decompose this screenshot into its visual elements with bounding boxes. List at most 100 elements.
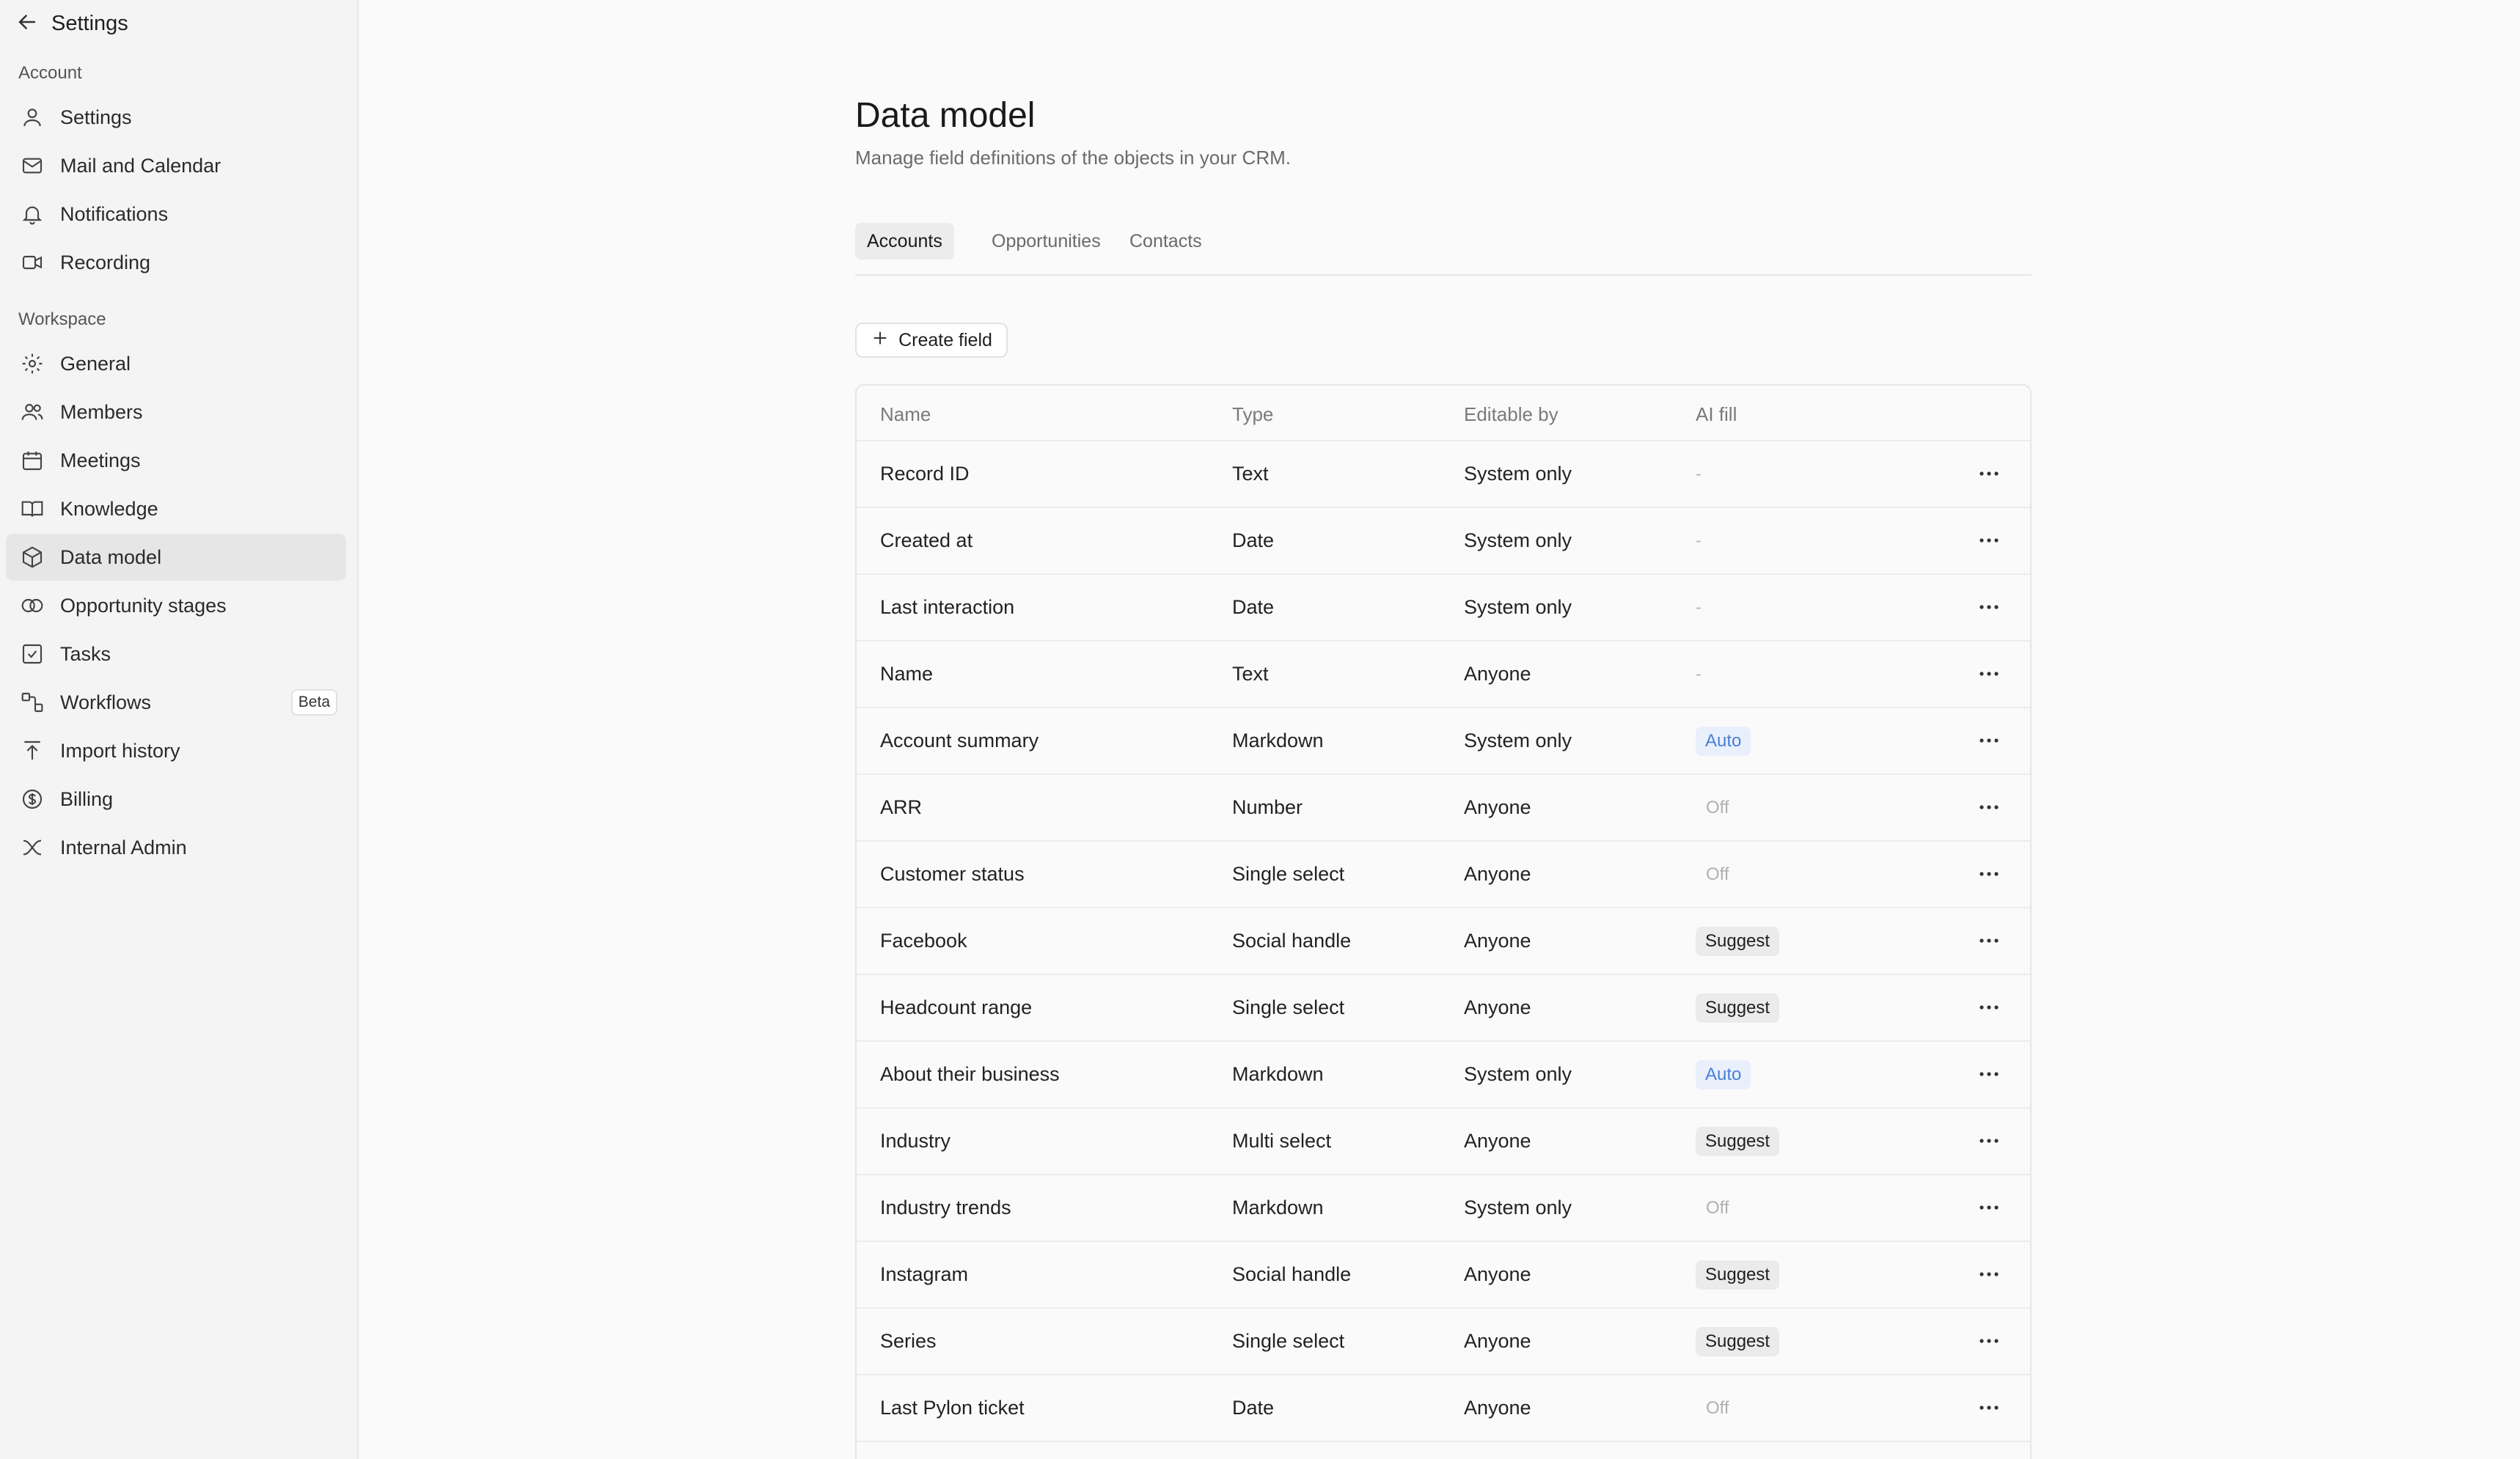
- cell-editable-by-text: Anyone: [1464, 930, 1531, 952]
- table-row[interactable]: Last interaction Date System only -: [857, 575, 2030, 642]
- ai-fill-badge: Auto: [1696, 1059, 1751, 1089]
- sidebar-item-notifications[interactable]: Notifications: [6, 191, 346, 238]
- cell-editable-by-text: System only: [1464, 596, 1572, 618]
- more-options-icon[interactable]: [1974, 727, 2004, 754]
- cube-icon: [19, 544, 45, 570]
- table-row[interactable]: Facebook Social handle Anyone Suggest: [857, 908, 2030, 975]
- tab-accounts[interactable]: Accounts: [855, 223, 954, 260]
- column-header-name: Name: [880, 403, 931, 425]
- table-row[interactable]: Industry Multi select Anyone Suggest: [857, 1109, 2030, 1175]
- cell-type: Date: [1232, 508, 1274, 573]
- create-field-button[interactable]: Create field: [855, 323, 1008, 358]
- cell-type-text: Multi select: [1232, 1130, 1332, 1152]
- sidebar-item-settings[interactable]: Settings: [6, 94, 346, 141]
- more-options-icon[interactable]: [1974, 1061, 2004, 1087]
- more-options-icon[interactable]: [1974, 661, 2004, 687]
- sidebar-item-label: Workflows: [60, 691, 152, 713]
- cell-name: Headcount range: [880, 975, 1032, 1040]
- cell-name: About their business: [880, 1042, 1060, 1107]
- cell-type: Text: [1232, 642, 1269, 707]
- more-options-icon[interactable]: [1974, 1394, 2004, 1421]
- sidebar-item-workflows[interactable]: Workflows Beta: [6, 679, 346, 726]
- sidebar-item-opportunity-stages[interactable]: Opportunity stages: [6, 582, 346, 629]
- more-options-icon[interactable]: [1974, 861, 2004, 887]
- cell-ai-fill: -: [1696, 575, 1702, 640]
- empty-dash: -: [1696, 530, 1702, 551]
- sidebar-item-import-history[interactable]: Import history: [6, 727, 346, 774]
- cell-editable-by: System only: [1464, 441, 1572, 507]
- more-options-icon[interactable]: [1974, 1328, 2004, 1354]
- cell-editable-by: Anyone: [1464, 1375, 1531, 1441]
- cell-ai-fill: -: [1696, 441, 1702, 507]
- sidebar-header[interactable]: Settings: [15, 7, 128, 40]
- sidebar-item-label: Opportunity stages: [60, 594, 227, 617]
- ai-fill-badge: Off: [1706, 1197, 1729, 1218]
- table-row[interactable]: Account summary Markdown System only Auto: [857, 708, 2030, 775]
- cell-name: Created at: [880, 508, 973, 573]
- table-row[interactable]: Customer status Single select Anyone Off: [857, 842, 2030, 908]
- cell-editable-by: System only: [1464, 1042, 1572, 1107]
- cell-type-text: Text: [1232, 463, 1269, 485]
- table-row[interactable]: Industry trends Markdown System only Off: [857, 1175, 2030, 1242]
- ai-fill-badge: Suggest: [1696, 1260, 1780, 1290]
- sidebar-item-label: Tasks: [60, 642, 111, 665]
- cell-name-text: Name: [880, 663, 934, 685]
- cell-editable-by-text: Anyone: [1464, 1263, 1531, 1285]
- sidebar-item-label: General: [60, 352, 131, 375]
- more-options-icon[interactable]: [1974, 794, 2004, 820]
- sidebar-item-knowledge[interactable]: Knowledge: [6, 485, 346, 532]
- tab-opportunities[interactable]: Opportunities: [980, 223, 1113, 260]
- more-options-icon[interactable]: [1974, 594, 2004, 620]
- more-options-icon[interactable]: [1974, 1194, 2004, 1221]
- table-row[interactable]: Last Pylon ticket Date Anyone Off: [857, 1375, 2030, 1442]
- ai-fill-badge: Suggest: [1696, 1326, 1780, 1356]
- table-row[interactable]: Headcount range Single select Anyone Sugges…: [857, 975, 2030, 1042]
- cell-name-text: Industry: [880, 1130, 951, 1152]
- table-row[interactable]: Series Single select Anyone Suggest: [857, 1309, 2030, 1375]
- more-options-icon[interactable]: [1974, 1128, 2004, 1154]
- empty-dash: -: [1696, 463, 1702, 484]
- table-row[interactable]: Record ID Text System only -: [857, 441, 2030, 508]
- cell-type-text: Single select: [1232, 996, 1345, 1018]
- more-options-icon[interactable]: [1974, 527, 2004, 554]
- tab-contacts[interactable]: Contacts: [1118, 223, 1214, 260]
- cell-ai-fill: Suggest: [1696, 1109, 1780, 1174]
- sidebar-item-mail-and-calendar[interactable]: Mail and Calendar: [6, 142, 346, 189]
- cell-ai-fill: Suggest: [1696, 908, 1780, 974]
- back-arrow-icon[interactable]: [15, 10, 40, 38]
- gear-icon: [19, 350, 45, 377]
- cell-name-text: Industry trends: [880, 1197, 1011, 1219]
- column-header-type: Type: [1232, 403, 1274, 425]
- users-icon: [19, 399, 45, 425]
- sidebar-item-data-model[interactable]: Data model: [6, 534, 346, 581]
- more-options-icon[interactable]: [1974, 1261, 2004, 1287]
- sidebar-item-internal-admin[interactable]: Internal Admin: [6, 824, 346, 871]
- table-row[interactable]: Instagram Social handle Anyone Suggest: [857, 1242, 2030, 1309]
- more-options-icon[interactable]: [1974, 460, 2004, 487]
- cell-name-text: Instagram: [880, 1263, 969, 1285]
- cell-name: Record ID: [880, 441, 970, 507]
- ai-fill-badge: Off: [1706, 1397, 1729, 1418]
- sidebar-item-members[interactable]: Members: [6, 389, 346, 436]
- sidebar-item-meetings[interactable]: Meetings: [6, 437, 346, 484]
- sidebar-item-billing[interactable]: Billing: [6, 776, 346, 823]
- table-row[interactable]: ARR Number Anyone Off: [857, 775, 2030, 842]
- table-row[interactable]: About their business Markdown System only A…: [857, 1042, 2030, 1109]
- sidebar-item-tasks[interactable]: Tasks: [6, 631, 346, 677]
- sidebar-item-label: Mail and Calendar: [60, 154, 221, 177]
- sidebar-item-general[interactable]: General: [6, 340, 346, 387]
- more-options-icon[interactable]: [1974, 927, 2004, 954]
- cell-ai-fill: Off: [1696, 775, 1739, 840]
- sidebar-item-recording[interactable]: Recording: [6, 239, 346, 286]
- cell-name-text: Last Pylon ticket: [880, 1397, 1025, 1419]
- cell-editable-by-text: Anyone: [1464, 1397, 1531, 1419]
- more-options-icon[interactable]: [1974, 994, 2004, 1021]
- cell-editable-by: System only: [1464, 1175, 1572, 1241]
- admin-icon: [19, 834, 45, 861]
- table-row[interactable]: Name Text Anyone -: [857, 642, 2030, 708]
- table-row[interactable]: Created at Date System only -: [857, 508, 2030, 575]
- cell-name: ARR: [880, 775, 922, 840]
- cell-name-text: About their business: [880, 1063, 1060, 1085]
- empty-dash: -: [1696, 597, 1702, 617]
- cell-type-text: Date: [1232, 1397, 1275, 1419]
